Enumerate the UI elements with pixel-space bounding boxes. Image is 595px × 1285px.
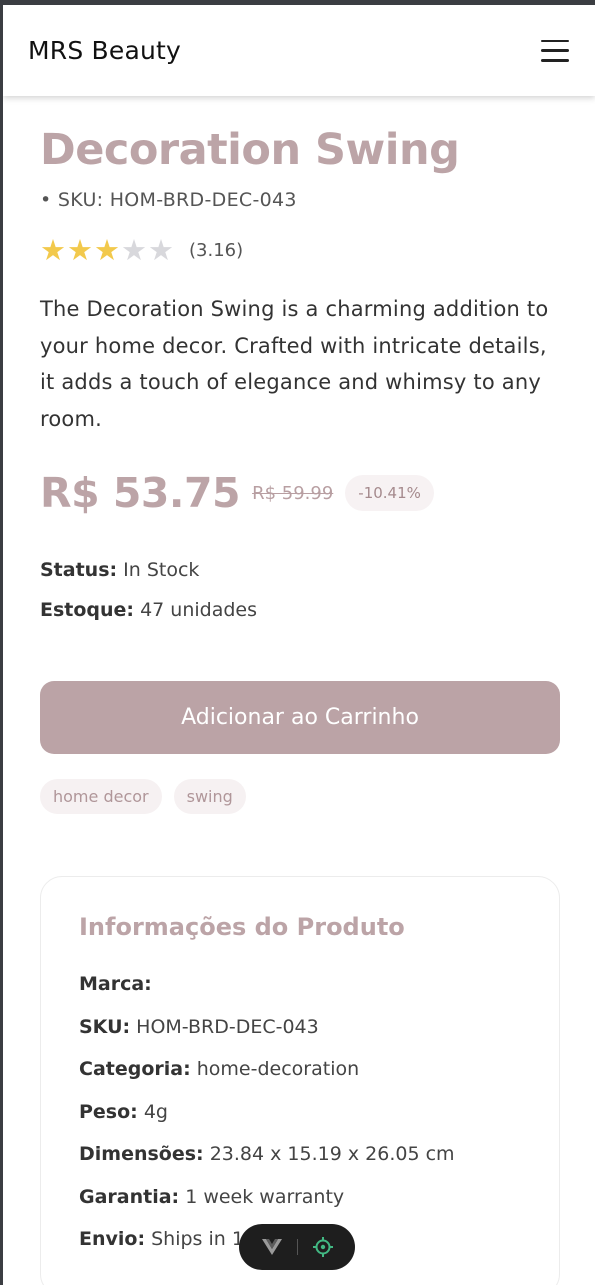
page-frame: MRS Beauty Decoration Swing • SKU: HOM-B…	[3, 5, 595, 1285]
hamburger-menu-icon[interactable]	[541, 39, 569, 62]
info-row-warranty: Garantia: 1 week warranty	[79, 1176, 521, 1219]
brand-logo[interactable]: MRS Beauty	[28, 36, 181, 65]
info-label: SKU:	[79, 1015, 131, 1038]
info-label: Dimensões:	[79, 1143, 204, 1165]
original-price: R$ 59.99	[252, 482, 334, 504]
tag-swing[interactable]: swing	[173, 779, 246, 814]
info-label: Envio:	[79, 1228, 146, 1250]
star-empty-icon: ★	[121, 233, 147, 267]
info-value: home-decoration	[196, 1058, 360, 1080]
status-line: Status: In Stock	[40, 559, 560, 581]
rating: ★ ★ ★ ★ ★ (3.16)	[40, 235, 560, 265]
toolbar-divider	[296, 1239, 298, 1255]
info-row-weight: Peso: 4g	[79, 1091, 521, 1134]
vue-logo-icon[interactable]	[261, 1238, 283, 1256]
info-label: Marca:	[79, 973, 152, 995]
discount-badge: -10.41%	[345, 475, 434, 511]
status-label: Status:	[40, 559, 118, 581]
info-value: HOM-BRD-DEC-043	[136, 1015, 319, 1038]
star-empty-icon: ★	[148, 233, 174, 267]
current-price: R$ 53.75	[40, 469, 241, 517]
tag-home-decor[interactable]: home decor	[40, 779, 162, 814]
add-to-cart-button[interactable]: Adicionar ao Carrinho	[40, 681, 560, 754]
product-description: The Decoration Swing is a charming addit…	[40, 297, 549, 431]
star-filled-icon: ★	[67, 233, 93, 267]
stock-line: Estoque: 47 unidades	[40, 599, 560, 621]
product-sku: • SKU: HOM-BRD-DEC-043	[40, 189, 297, 211]
tag-list: home decor swing	[40, 779, 560, 814]
info-title: Informações do Produto	[79, 913, 405, 941]
info-value: 23.84 x 15.19 x 26.05 cm	[209, 1143, 455, 1165]
site-header: MRS Beauty	[3, 5, 595, 96]
info-label: Categoria:	[79, 1058, 191, 1080]
rating-value: (3.16)	[189, 239, 244, 261]
info-label: Garantia:	[79, 1185, 180, 1208]
price-row: R$ 53.75 R$ 59.99 -10.41%	[40, 467, 560, 519]
star-filled-icon: ★	[94, 233, 120, 267]
stock-label: Estoque:	[40, 599, 135, 621]
target-icon[interactable]	[312, 1236, 334, 1258]
info-value: 4g	[143, 1100, 168, 1123]
info-value: 1 week warranty	[185, 1185, 345, 1208]
info-label: Peso:	[79, 1100, 138, 1123]
star-filled-icon: ★	[40, 233, 66, 267]
info-row-category: Categoria: home-decoration	[79, 1048, 521, 1091]
info-row-brand: Marca:	[79, 963, 521, 1006]
info-row-sku: SKU: HOM-BRD-DEC-043	[79, 1006, 521, 1049]
product-detail: Decoration Swing • SKU: HOM-BRD-DEC-043 …	[40, 96, 560, 1285]
stock-value: 47 unidades	[140, 599, 258, 621]
info-row-dimensions: Dimensões: 23.84 x 15.19 x 26.05 cm	[79, 1133, 521, 1176]
devtools-toolbar	[239, 1224, 355, 1270]
status-value: In Stock	[123, 559, 200, 581]
product-title: Decoration Swing	[40, 125, 460, 175]
